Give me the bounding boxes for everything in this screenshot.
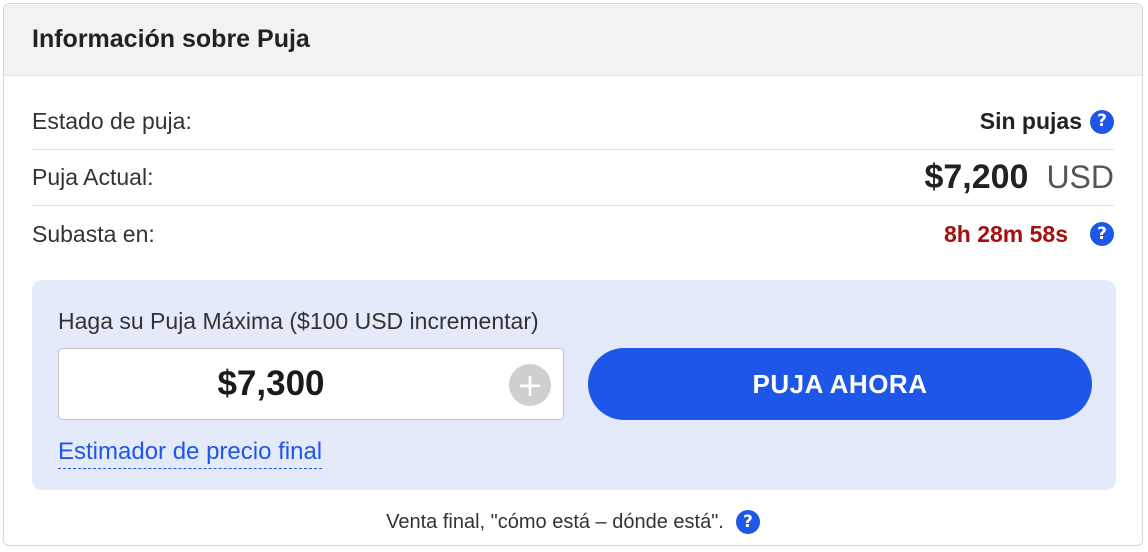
status-label: Estado de puja: bbox=[32, 108, 192, 134]
status-value: Sin pujas bbox=[979, 108, 1082, 134]
bid-info-rows: Estado de puja: Sin pujas ? Puja Actual:… bbox=[32, 94, 1114, 262]
current-bid-currency: USD bbox=[1046, 159, 1114, 195]
current-bid-row: Puja Actual: $7,200 USD bbox=[32, 150, 1114, 206]
current-bid-value-group: $7,200 USD bbox=[924, 158, 1114, 197]
help-icon[interactable]: ? bbox=[735, 510, 760, 534]
bid-now-button[interactable]: PUJA AHORA bbox=[588, 348, 1092, 420]
bid-amount-input[interactable]: $7,300 + bbox=[58, 348, 564, 420]
max-bid-label: Haga su Puja Máxima ($100 USD incrementa… bbox=[58, 308, 539, 334]
max-bid-panel: Haga su Puja Máxima ($100 USD incrementa… bbox=[32, 280, 1116, 490]
bid-amount-value[interactable]: $7,300 bbox=[59, 349, 483, 419]
help-icon[interactable]: ? bbox=[1090, 222, 1114, 246]
auction-row: Subasta en: 8h 28m 58s ? bbox=[32, 206, 1114, 262]
auction-label: Subasta en: bbox=[32, 220, 155, 247]
current-bid-amount: $7,200 bbox=[924, 158, 1029, 196]
countdown-timer: 8h 28m 58s bbox=[943, 220, 1068, 247]
footer-note: Venta final, "cómo está – dónde está". ? bbox=[4, 510, 1142, 534]
final-price-estimator-link[interactable]: Estimador de precio final bbox=[58, 438, 323, 469]
increment-plus-icon[interactable]: + bbox=[509, 364, 551, 406]
sale-terms-text: Venta final, "cómo está – dónde está". bbox=[386, 510, 724, 533]
auction-value-group: 8h 28m 58s ? bbox=[944, 221, 1114, 248]
card-header: Información sobre Puja bbox=[4, 4, 1142, 76]
status-row: Estado de puja: Sin pujas ? bbox=[32, 94, 1114, 150]
bid-info-card: Información sobre Puja Estado de puja: S… bbox=[3, 3, 1143, 546]
current-bid-label: Puja Actual: bbox=[32, 164, 154, 190]
help-icon[interactable]: ? bbox=[1090, 109, 1114, 134]
card-title: Información sobre Puja bbox=[32, 25, 310, 53]
status-value-group: Sin pujas ? bbox=[980, 108, 1114, 135]
